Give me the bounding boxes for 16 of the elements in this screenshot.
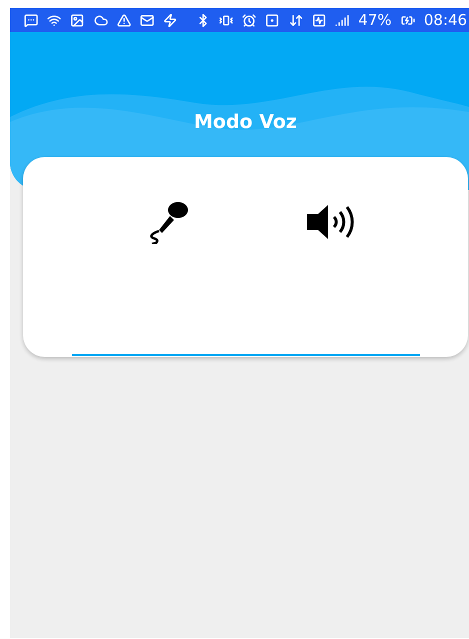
image-icon [70, 12, 85, 28]
lightning-icon [163, 12, 178, 28]
wifi-icon [47, 12, 62, 28]
screen-title: Modo Voz [194, 111, 297, 133]
warning-icon [116, 12, 132, 28]
vibrate-icon [218, 12, 234, 28]
cloud-icon [94, 12, 108, 28]
sim-icon [265, 12, 280, 28]
battery-percent: 47% [358, 12, 392, 28]
data-arrows-icon [288, 12, 303, 28]
mail-icon [140, 12, 154, 28]
signal-icon [335, 12, 350, 28]
alarm-icon [242, 12, 256, 28]
signal-box-icon [312, 12, 326, 28]
clock-time: 08:46 [424, 12, 468, 28]
message-icon [24, 12, 38, 28]
